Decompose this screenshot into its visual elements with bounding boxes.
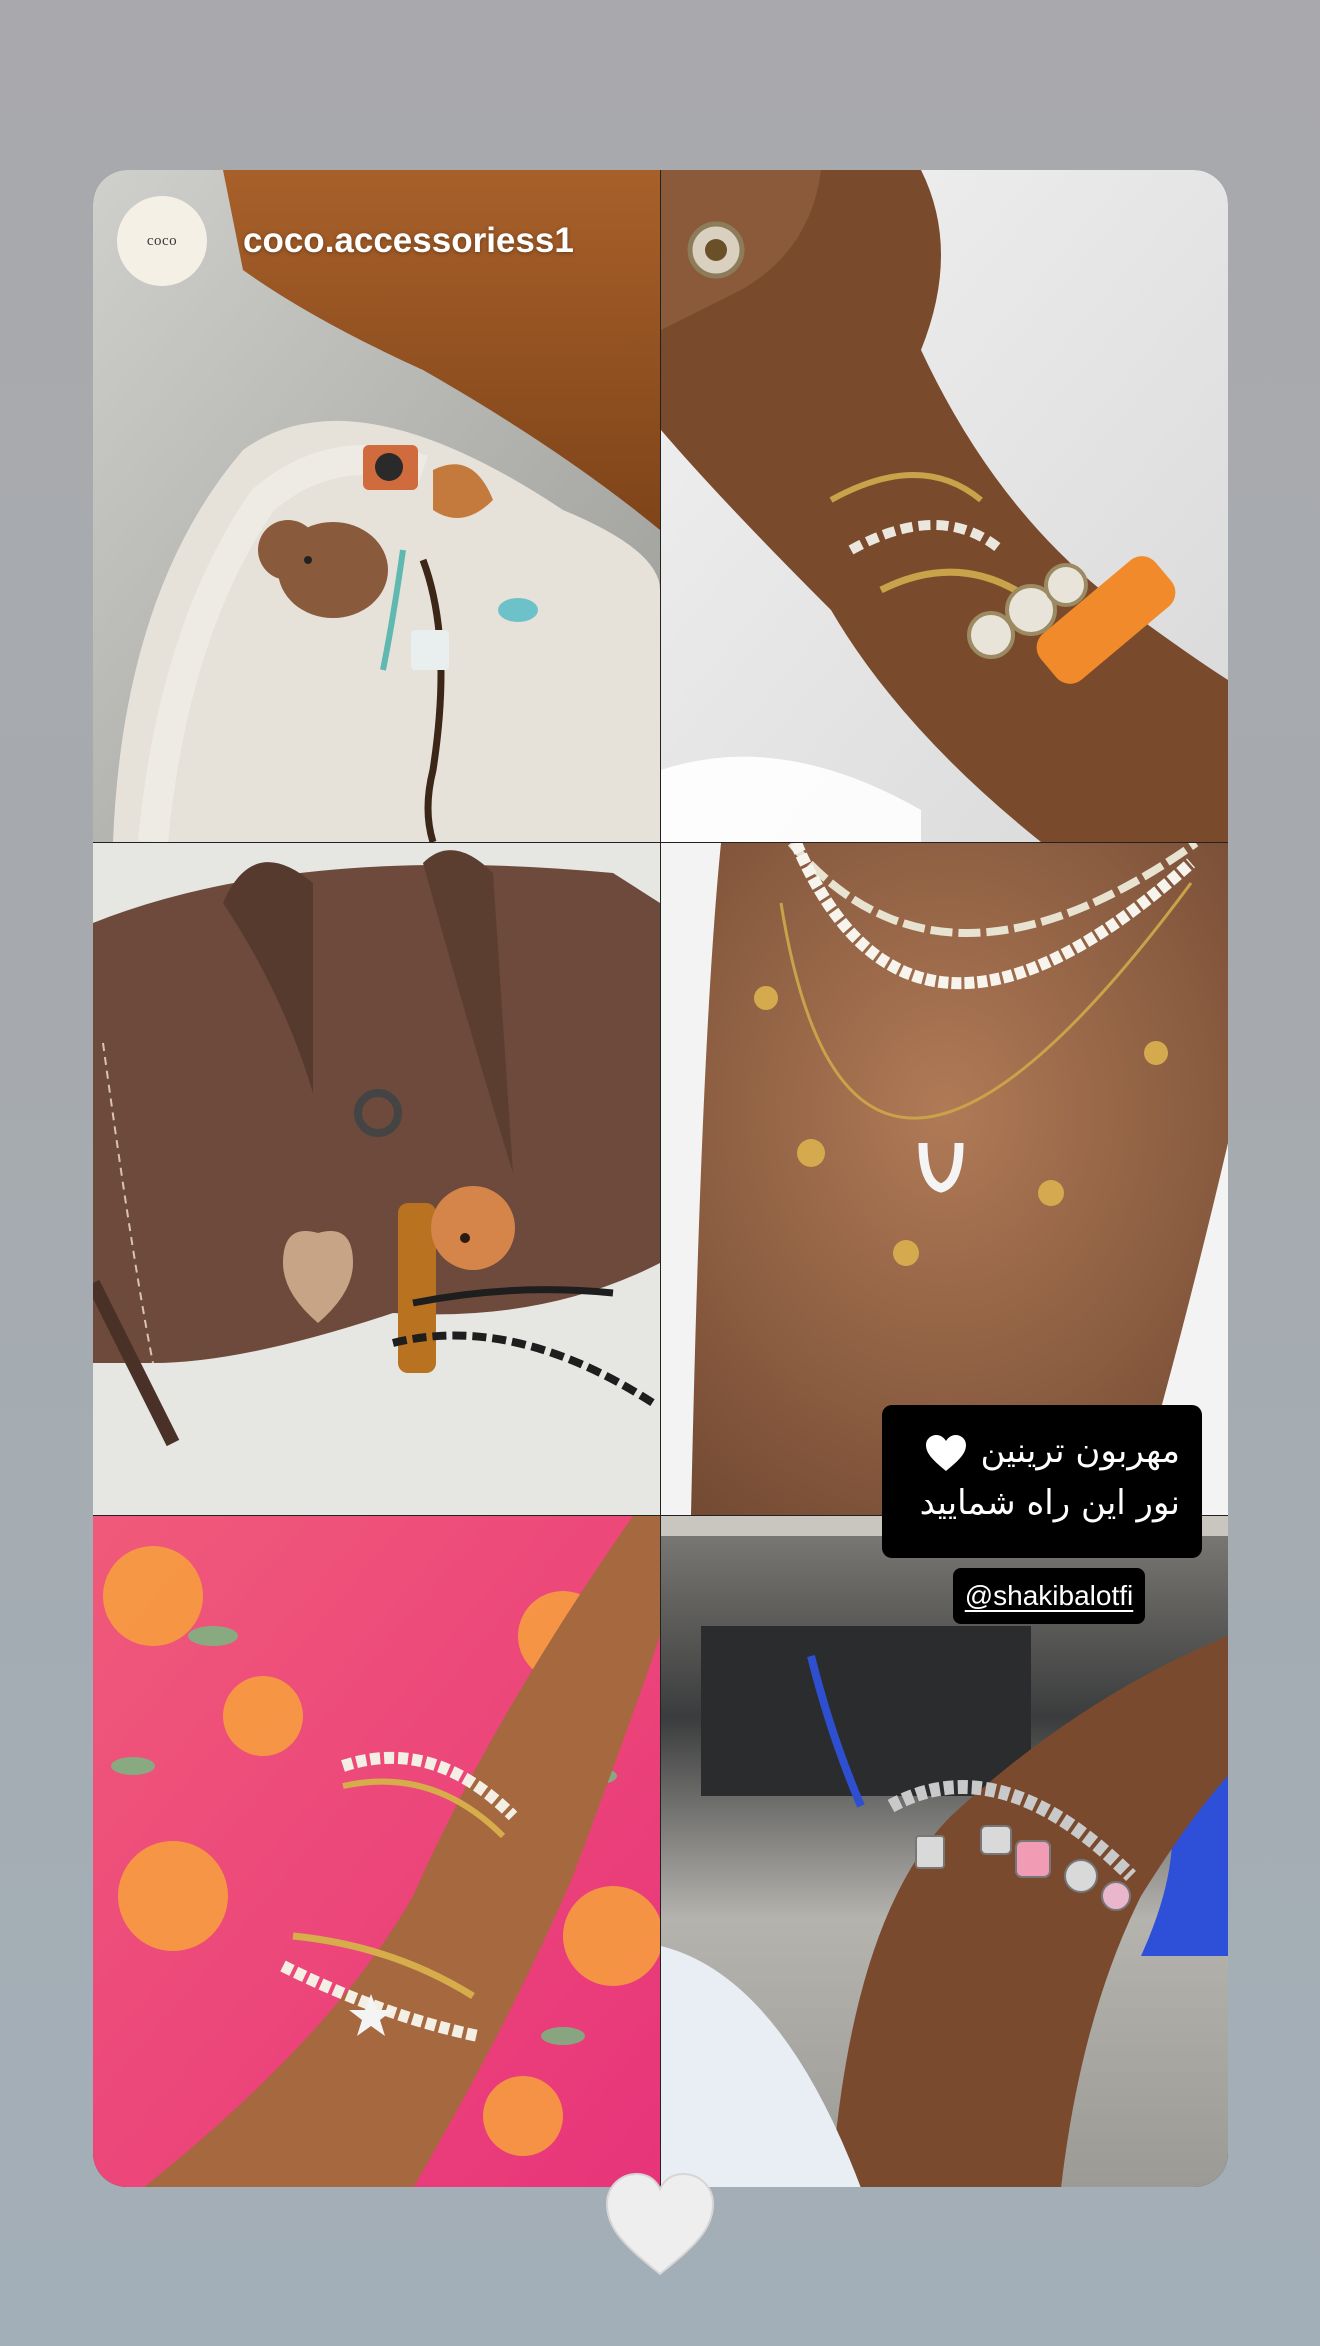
caption-sticker: مهربون ترینین نور این راه شمایید xyxy=(882,1405,1202,1558)
account-username[interactable]: coco.accessoriess1 xyxy=(243,221,574,261)
like-heart-icon[interactable] xyxy=(603,2170,717,2280)
photo-tile-stacked-bracelets[interactable] xyxy=(661,170,1228,842)
caption-line-2: نور این راه شمایید xyxy=(919,1483,1180,1523)
white-heart-icon xyxy=(926,1434,967,1471)
story-collage[interactable]: coco coco.accessoriess1 xyxy=(93,170,1228,2187)
photo-tile-bag-keychains[interactable] xyxy=(93,843,660,1515)
account-avatar[interactable]: coco xyxy=(117,196,207,286)
photo-tile-bracelets-floral[interactable] xyxy=(93,1516,660,2187)
avatar-logo-text: coco xyxy=(146,232,178,249)
caption-line-1: مهربون ترینین xyxy=(898,1425,1180,1477)
mention-sticker[interactable]: @shakibalotfi xyxy=(953,1568,1145,1624)
story-header[interactable]: coco coco.accessoriess1 xyxy=(117,196,574,286)
